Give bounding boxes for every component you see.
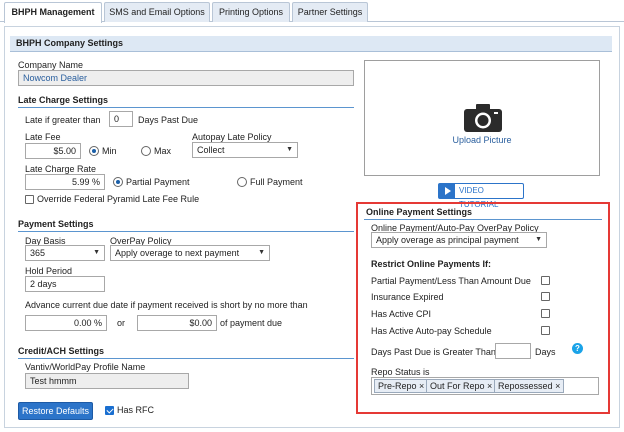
short-amount-input[interactable]: $0.00 xyxy=(137,315,217,331)
divider xyxy=(364,219,602,220)
autopay-late-policy-select[interactable]: Collect ▼ xyxy=(192,142,298,158)
upload-picture-label[interactable]: Upload Picture xyxy=(365,135,599,145)
or-label: or xyxy=(117,318,126,328)
chevron-down-icon: ▼ xyxy=(535,236,542,243)
late-charge-rate-input[interactable]: 5.99 % xyxy=(25,174,105,190)
full-payment-label: Full Payment xyxy=(250,177,303,187)
tab-sms-email-options[interactable]: SMS and Email Options xyxy=(104,2,210,22)
close-icon[interactable]: × xyxy=(487,381,492,391)
online-overpay-policy-select[interactable]: Apply overage as principal payment ▼ xyxy=(371,232,547,248)
chevron-down-icon: ▼ xyxy=(258,249,265,256)
short-percent-input[interactable]: 0.00 % xyxy=(25,315,107,331)
restrict-option-label: Partial Payment/Less Than Amount Due xyxy=(371,276,531,286)
min-radio[interactable] xyxy=(89,146,99,156)
online-payment-heading: Online Payment Settings xyxy=(366,207,473,217)
play-icon xyxy=(439,184,455,198)
days-unit-label: Days xyxy=(535,347,556,357)
override-checkbox[interactable] xyxy=(25,195,34,204)
repo-tag-out-for-repo[interactable]: Out For Repo × xyxy=(426,379,497,393)
hold-period-input[interactable]: 2 days xyxy=(25,276,105,292)
autopay-late-policy-value: Collect xyxy=(197,145,225,155)
repo-tag-label: Out For Repo xyxy=(430,381,485,391)
restrict-autopay-schedule-checkbox[interactable] xyxy=(541,326,550,335)
partial-payment-radio[interactable] xyxy=(113,177,123,187)
restrict-insurance-expired-checkbox[interactable] xyxy=(541,292,550,301)
divider xyxy=(18,107,354,108)
restrict-option-label: Has Active CPI xyxy=(371,309,432,319)
tab-bar: BHPH Management SMS and Email Options Pr… xyxy=(0,0,624,23)
repo-tag-pre-repo[interactable]: Pre-Repo × xyxy=(374,379,429,393)
credit-ach-heading: Credit/ACH Settings xyxy=(18,346,105,356)
late-fee-input[interactable]: $5.00 xyxy=(25,143,81,159)
divider xyxy=(18,231,354,232)
video-tutorial-button[interactable]: VIDEO TUTORIAL xyxy=(438,183,524,209)
days-past-due-input[interactable] xyxy=(495,343,531,359)
late-if-label: Late if greater than xyxy=(25,115,101,125)
advance-due-date-label: Advance current due date if payment rece… xyxy=(25,300,308,310)
restrict-partial-payment-checkbox[interactable] xyxy=(541,276,550,285)
tab-bhph-management[interactable]: BHPH Management xyxy=(4,2,102,23)
of-payment-due-label: of payment due xyxy=(220,318,283,328)
close-icon[interactable]: × xyxy=(419,381,424,391)
day-basis-value: 365 xyxy=(30,248,46,258)
overpay-policy-select[interactable]: Apply overage to next payment ▼ xyxy=(110,245,270,261)
partial-payment-label: Partial Payment xyxy=(126,177,190,187)
repo-tag-repossessed[interactable]: Repossessed × xyxy=(494,379,565,393)
help-icon[interactable]: ? xyxy=(572,343,583,354)
company-name-field[interactable]: Nowcom Dealer xyxy=(18,70,354,86)
min-label: Min xyxy=(102,146,117,156)
tab-printing-options[interactable]: Printing Options xyxy=(212,2,290,22)
has-rfc-checkbox[interactable] xyxy=(105,406,114,415)
restrict-option-label: Has Active Auto-pay Schedule xyxy=(371,326,492,336)
upload-picture-area[interactable]: Upload Picture xyxy=(364,60,600,176)
tab-partner-settings[interactable]: Partner Settings xyxy=(292,2,368,22)
online-overpay-policy-value: Apply overage as principal payment xyxy=(376,235,519,245)
section-title: BHPH Company Settings xyxy=(10,36,612,52)
close-icon[interactable]: × xyxy=(555,381,560,391)
profile-name-field[interactable]: Test hmmm xyxy=(25,373,189,389)
day-basis-select[interactable]: 365 ▼ xyxy=(25,245,105,261)
chevron-down-icon: ▼ xyxy=(286,146,293,153)
chevron-down-icon: ▼ xyxy=(93,249,100,256)
camera-icon xyxy=(464,104,502,132)
override-label: Override Federal Pyramid Late Fee Rule xyxy=(37,194,200,204)
late-if-input[interactable]: 0 xyxy=(109,111,133,127)
days-past-due-greater-label: Days Past Due is Greater Than xyxy=(371,347,496,357)
restrict-heading: Restrict Online Payments If: xyxy=(371,259,492,269)
max-radio[interactable] xyxy=(141,146,151,156)
repo-tag-label: Pre-Repo xyxy=(378,381,417,391)
has-rfc-label: Has RFC xyxy=(117,405,155,415)
repo-tag-label: Repossessed xyxy=(498,381,553,391)
late-fee-label: Late Fee xyxy=(25,132,61,142)
payment-settings-heading: Payment Settings xyxy=(18,219,94,229)
divider xyxy=(18,358,354,359)
full-payment-radio[interactable] xyxy=(237,177,247,187)
profile-name-label: Vantiv/WorldPay Profile Name xyxy=(25,362,146,372)
max-label: Max xyxy=(154,146,172,156)
late-charge-heading: Late Charge Settings xyxy=(18,95,109,105)
overpay-policy-value: Apply overage to next payment xyxy=(115,248,240,258)
restore-defaults-button[interactable]: Restore Defaults xyxy=(18,402,93,420)
restrict-option-label: Insurance Expired xyxy=(371,292,444,302)
days-past-due-label: Days Past Due xyxy=(138,115,199,125)
restrict-active-cpi-checkbox[interactable] xyxy=(541,309,550,318)
